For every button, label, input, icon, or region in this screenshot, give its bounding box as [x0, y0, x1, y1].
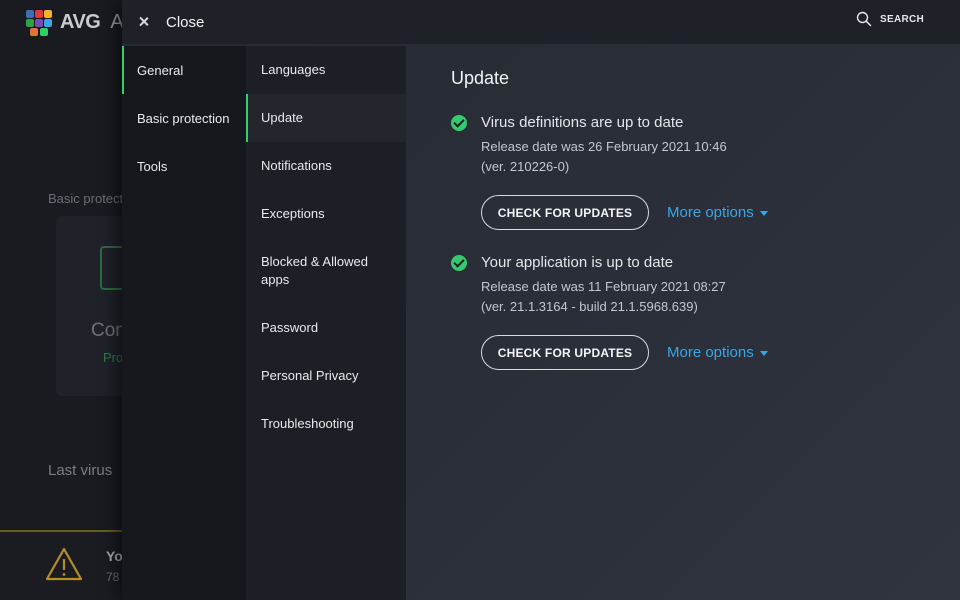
basic-protection-label: Basic protect — [48, 191, 124, 206]
subnav-update[interactable]: Update — [246, 94, 406, 142]
category-general[interactable]: General — [122, 46, 246, 94]
check-icon — [451, 254, 467, 271]
subnav-notifications[interactable]: Notifications — [246, 142, 406, 190]
version-text: (ver. 21.1.3164 - build 21.1.5968.639) — [481, 299, 698, 314]
settings-subsection-nav: Languages Update Notifications Exception… — [246, 46, 406, 600]
subnav-blocked-allowed-apps[interactable]: Blocked & Allowed apps — [246, 238, 406, 304]
avg-logo: AVG An — [24, 8, 135, 36]
protection-card-title: Con — [91, 320, 126, 341]
search-button[interactable]: SEARCH — [856, 11, 924, 27]
bottom-warning-subtitle: 78 — [106, 570, 120, 584]
settings-panel: Close SEARCH General Basic protection To… — [122, 0, 960, 600]
version-text: (ver. 210226-0) — [481, 159, 570, 174]
subnav-languages[interactable]: Languages — [246, 46, 406, 94]
last-virus-label: Last virus — [48, 462, 113, 479]
subnav-password[interactable]: Password — [246, 304, 406, 352]
bottom-warning-title: Yo — [106, 548, 123, 564]
check-icon — [451, 114, 467, 131]
search-icon — [856, 11, 872, 27]
warning-icon — [45, 547, 83, 581]
status-title: Virus definitions are up to date — [481, 114, 684, 131]
release-date-text: Release date was 11 February 2021 08:27 — [481, 279, 726, 294]
subnav-personal-privacy[interactable]: Personal Privacy — [246, 352, 406, 400]
status-title: Your application is up to date — [481, 254, 674, 271]
more-options-dropdown[interactable]: More options — [667, 344, 768, 361]
release-date-text: Release date was 26 February 2021 10:46 — [481, 139, 727, 154]
brand-name: AVG — [60, 10, 101, 33]
more-options-dropdown[interactable]: More options — [667, 204, 768, 221]
category-basic-protection[interactable]: Basic protection — [122, 94, 246, 142]
application-status: Your application is up to date Release d… — [451, 254, 931, 370]
chevron-down-icon — [759, 211, 768, 216]
category-tools[interactable]: Tools — [122, 142, 246, 190]
check-for-updates-button[interactable]: CHECK FOR UPDATES — [481, 195, 649, 230]
close-button[interactable]: Close — [136, 10, 204, 34]
check-for-updates-button[interactable]: CHECK FOR UPDATES — [481, 335, 649, 370]
search-label: SEARCH — [880, 13, 925, 25]
close-icon — [136, 14, 152, 30]
more-options-label: More options — [667, 204, 754, 221]
virus-definitions-status: Virus definitions are up to date Release… — [451, 114, 931, 230]
settings-category-nav: General Basic protection Tools — [122, 46, 246, 600]
subnav-troubleshooting[interactable]: Troubleshooting — [246, 400, 406, 448]
subnav-exceptions[interactable]: Exceptions — [246, 190, 406, 238]
more-options-label: More options — [667, 344, 754, 361]
chevron-down-icon — [759, 351, 768, 356]
update-content: Update Virus definitions are up to date … — [406, 46, 960, 600]
settings-topbar: Close SEARCH — [122, 0, 960, 44]
protection-card-status: Pro — [103, 350, 124, 365]
close-label: Close — [166, 13, 205, 31]
page-title: Update — [451, 68, 510, 88]
avg-logo-icon — [24, 8, 54, 36]
